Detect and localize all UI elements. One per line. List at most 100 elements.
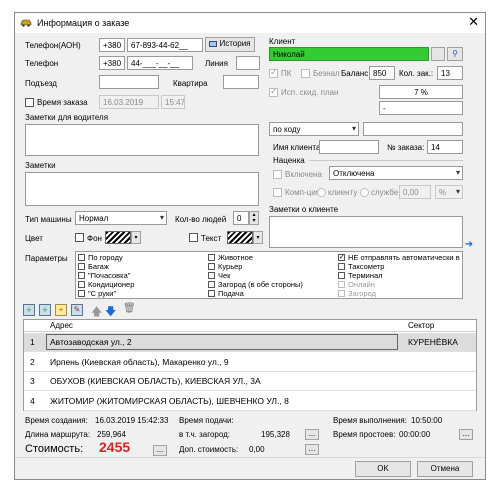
ok-button[interactable]: OK [355,461,411,477]
param-checkbox[interactable] [208,263,215,270]
client-clear-button[interactable] [431,47,445,61]
params-col-3: ✓ НЕ отправлять автоматически в Таксометр Т… [338,253,462,298]
cancel-button[interactable]: Отмена [417,461,473,477]
param-item[interactable]: Таксометр [338,262,462,271]
param-item[interactable]: Терминал [338,271,462,280]
order-time-input[interactable]: 15:47 [161,95,185,109]
discount-plan-checkbox[interactable] [269,86,278,97]
cost-label: Стоимость: [25,443,84,455]
cashless-checkbox[interactable] [301,69,310,78]
search-code-input[interactable] [363,122,463,136]
route-row-number: 3 [30,376,35,386]
idle-time-dots-button[interactable]: ... [459,429,473,440]
param-label: НЕ отправлять автоматически в [348,253,460,262]
order-date-input[interactable]: 16.03.2019 [99,95,159,109]
param-checkbox[interactable] [338,263,345,270]
line-input[interactable] [236,56,260,70]
entrance-input[interactable] [99,75,159,89]
background-color-checkbox[interactable] [75,233,84,242]
extra-cost-dots-button[interactable]: ... [305,444,319,455]
arrow-right-icon[interactable]: ➜ [463,239,475,253]
param-item[interactable]: Онлайн [338,280,462,289]
edit-icon[interactable]: ✎ [71,304,83,316]
phone-code[interactable]: +380 [99,56,125,70]
param-checkbox[interactable] [208,281,215,288]
param-checkbox[interactable] [208,290,215,297]
param-checkbox[interactable] [208,272,215,279]
param-item[interactable]: По городу [78,253,206,262]
markup-select[interactable]: Отключена ▾ [329,166,463,180]
col-sector-header: Сектор [408,321,435,330]
param-item[interactable]: "С руки" [78,289,206,298]
param-item[interactable]: Загород [338,289,462,298]
to-service-label: службе [371,188,399,197]
param-item[interactable]: Багаж [78,262,206,271]
text-color-checkbox[interactable] [189,233,198,242]
phone-aon-input[interactable]: 67-893-44-62__ [127,38,203,52]
order-time-checkbox[interactable] [25,98,34,107]
client-search-icon[interactable]: ⚲ [447,47,463,61]
param-item[interactable]: Курьер [208,262,336,271]
phone-aon-code[interactable]: +380 [99,38,125,52]
route-row[interactable]: 1 Автозаводская ул., 2 КУРЕНЁВКА [24,333,476,352]
to-service-radio[interactable] [360,188,369,197]
param-checkbox[interactable] [78,281,85,288]
background-color-swatch[interactable] [105,231,131,244]
param-checkbox[interactable] [208,254,215,261]
client-name-input[interactable] [319,140,379,154]
delete-icon[interactable]: 🗑 [123,303,136,314]
param-item[interactable]: Кондиционер [78,280,206,289]
param-label: По городу [88,253,123,262]
to-client-radio[interactable] [317,188,326,197]
apartment-input[interactable] [223,75,259,89]
param-checkbox[interactable] [78,290,85,297]
route-row-number: 2 [30,356,35,367]
outside-city-label: в т.ч. загород: [179,430,231,439]
params-col-1: По городу Багаж "Почасовка" Кондиционер "С р… [78,253,206,298]
cost-dots-button[interactable]: ... [153,445,167,456]
param-checkbox[interactable] [338,281,345,288]
client-input[interactable]: Николай [269,47,429,61]
commission-unit-select[interactable]: % ▾ [435,185,463,199]
search-mode-select[interactable]: по коду ▾ [269,122,359,136]
add-after-icon[interactable]: + [39,304,51,316]
param-checkbox[interactable] [78,272,85,279]
window-title: Информация о заказе [37,18,130,28]
text-color-dropdown[interactable]: ▾ [253,231,263,244]
car-type-select[interactable]: Нормал ▾ [75,211,167,225]
param-item[interactable]: ✓ НЕ отправлять автоматически в [338,253,462,262]
route-row[interactable]: 4 ЖИТОМИР (ЖИТОМИРСКАЯ ОБЛАСТЬ), ШЕВЧЕНКО… [24,392,476,411]
route-row[interactable]: 2 Ирпень (Киевская область), Макаренко ул… [24,353,476,372]
people-count-input[interactable]: 0 [233,211,249,225]
driver-notes-textarea[interactable] [25,124,259,156]
phone-input[interactable]: 44-___-__-__ [127,56,193,70]
outside-city-dots-button[interactable]: ... [305,429,319,440]
param-item[interactable]: Подача [208,289,336,298]
commission-value[interactable]: 0,00 [399,185,431,199]
insert-icon[interactable]: + [55,304,67,316]
client-label: Клиент [269,37,296,46]
markup-enabled-checkbox[interactable] [273,170,282,179]
param-checkbox[interactable] [78,263,85,270]
close-icon[interactable]: ✕ [468,15,479,29]
param-checkbox[interactable]: ✓ [338,254,345,261]
add-icon[interactable]: + [23,304,35,316]
param-item[interactable]: Чек [208,271,336,280]
route-length-value: 259,964 [97,430,126,439]
param-checkbox[interactable] [338,290,345,297]
history-button[interactable]: История [205,37,255,52]
pk-checkbox[interactable] [269,67,278,78]
commission-checkbox[interactable] [273,188,282,197]
people-count-stepper[interactable]: ▴ ▾ [249,211,259,225]
param-checkbox[interactable] [338,272,345,279]
text-color-swatch[interactable] [227,231,253,244]
param-item[interactable]: Животное [208,253,336,262]
background-color-dropdown[interactable]: ▾ [131,231,141,244]
param-checkbox[interactable] [78,254,85,261]
client-notes-textarea[interactable] [269,216,463,248]
route-row[interactable]: 3 ОБУХОВ (КИЕВСКАЯ ОБЛАСТЬ), КИЕВСКАЯ УЛ.… [24,372,476,391]
param-item[interactable]: "Почасовка" [78,271,206,280]
notes-textarea[interactable] [25,172,259,206]
param-item[interactable]: Загород (в обе стороны) [208,280,336,289]
orders-count-label: Кол. зак.: [399,69,434,78]
